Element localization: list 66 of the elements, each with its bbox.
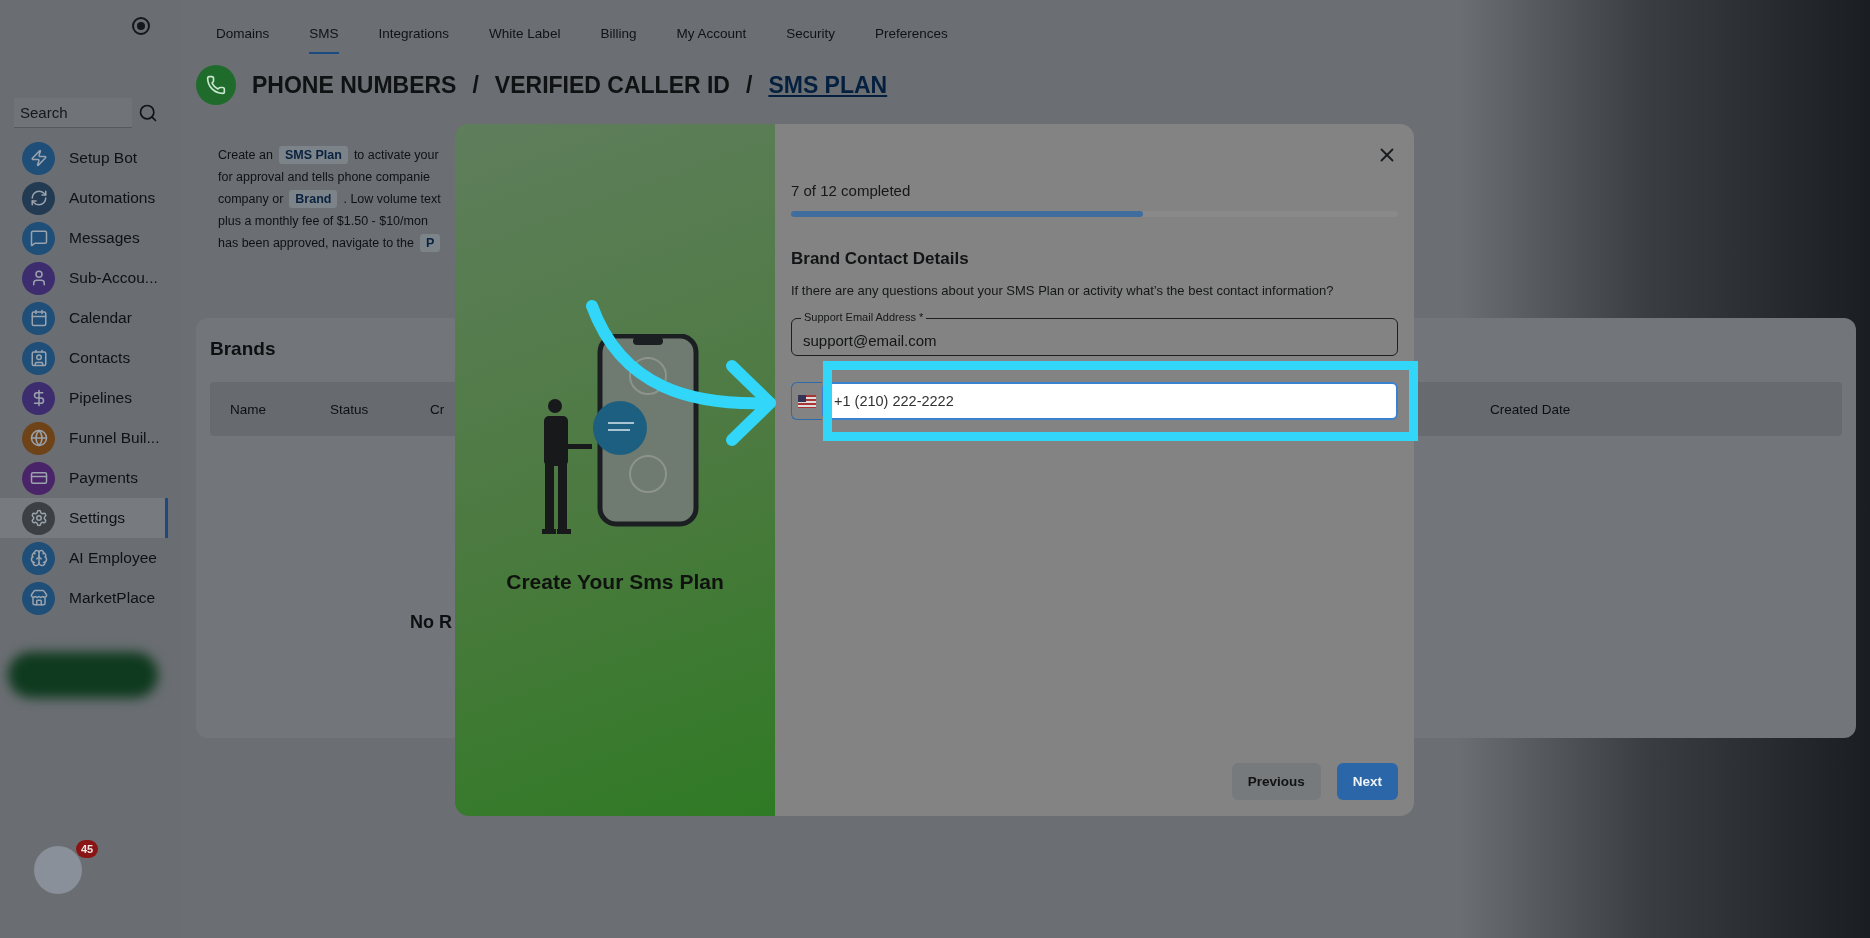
brain-icon	[29, 549, 48, 567]
column-header: Name	[230, 401, 266, 417]
breadcrumb-separator: /	[472, 71, 479, 99]
tab[interactable]: White Label	[489, 26, 561, 54]
sidebar-item[interactable]: Settings	[0, 498, 168, 538]
settings-icon	[29, 509, 48, 527]
store-icon	[29, 589, 48, 607]
credit-card-icon	[29, 469, 48, 487]
cycle-icon	[29, 189, 48, 207]
sidebar-item[interactable]: AI Employee	[0, 538, 168, 578]
description-text: . Low volume text	[343, 192, 441, 206]
tab[interactable]: Preferences	[875, 26, 948, 54]
inline-tag: Brand	[289, 190, 338, 208]
next-button[interactable]: Next	[1336, 763, 1398, 800]
description-text: for approval and tells phone companie	[218, 170, 430, 184]
search-field[interactable]: Search	[14, 98, 132, 128]
phone-field[interactable]: +1 (210) 222-2222	[822, 382, 1398, 420]
lightning-icon	[29, 149, 48, 167]
column-header: Cr	[430, 401, 445, 417]
sidebar-item[interactable]: Funnel Buil...	[0, 418, 168, 458]
email-field[interactable]: Support Email Address * support@email.com	[791, 310, 1398, 356]
sidebar-item[interactable]: Messages	[0, 218, 168, 258]
breadcrumb-item[interactable]: PHONE NUMBERS	[252, 71, 457, 99]
tab[interactable]: Security	[786, 26, 835, 54]
tab[interactable]: Integrations	[378, 26, 450, 54]
breadcrumb-link[interactable]: SMS PLAN	[768, 71, 888, 99]
previous-button[interactable]: Previous	[1231, 763, 1321, 800]
tab[interactable]: My Account	[676, 26, 747, 54]
flag-icon	[798, 394, 816, 408]
contact-card-icon	[29, 349, 48, 367]
card-title: Brands	[210, 338, 276, 360]
breadcrumb-separator: /	[746, 71, 753, 99]
tab[interactable]: Domains	[216, 26, 270, 54]
description-text: company or	[218, 192, 284, 206]
sidebar-item[interactable]: Sub-Accou...	[0, 258, 168, 298]
notification-badge: 45	[76, 840, 98, 858]
description-text: plus a monthly fee of $1.50 - $10/mon	[218, 214, 428, 228]
search-icon[interactable]	[138, 103, 158, 123]
section-title: Brand Contact Details	[791, 249, 970, 269]
sidebar-item[interactable]: Setup Bot	[0, 138, 168, 178]
sidebar-item[interactable]: Contacts	[0, 338, 168, 378]
progress-label: 7 of 12 completed	[791, 182, 912, 199]
illustration-title: Create Your Sms Plan	[506, 570, 724, 594]
globe-icon	[29, 429, 48, 447]
tab[interactable]: SMS	[309, 26, 339, 54]
message-icon	[29, 229, 48, 247]
sidebar-item[interactable]: Payments	[0, 458, 168, 498]
sidebar-item[interactable]: MarketPlace	[0, 578, 168, 618]
question-text: If there are any questions about your SMS Plan or activity what’s the best contact information?	[791, 283, 1335, 298]
column-header: Created Date	[1490, 401, 1571, 417]
empty-state-text: No R	[410, 612, 452, 633]
sidebar-item[interactable]: Calendar	[0, 298, 168, 338]
calendar-icon	[29, 309, 48, 327]
tab[interactable]: Billing	[600, 26, 637, 54]
description-text: Create an	[218, 148, 273, 162]
avatar[interactable]	[34, 846, 82, 894]
sidebar-item[interactable]: Pipelines	[0, 378, 168, 418]
record-icon[interactable]	[132, 17, 150, 35]
inline-tag: SMS Plan	[278, 146, 348, 164]
description-text: to activate your	[353, 148, 439, 162]
breadcrumb-item[interactable]: VERIFIED CALLER ID	[494, 71, 730, 99]
column-header: Status	[330, 401, 369, 417]
phone-icon	[196, 65, 236, 105]
sidebar-item[interactable]: Automations	[0, 178, 168, 218]
description-text: has been approved, navigate to the	[218, 236, 414, 250]
inline-tag: P	[420, 234, 441, 252]
